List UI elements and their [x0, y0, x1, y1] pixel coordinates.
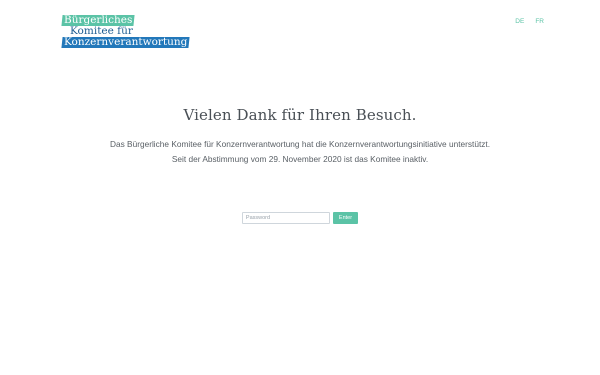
enter-button[interactable]: Enter — [332, 212, 359, 224]
password-input[interactable] — [241, 212, 330, 224]
page-title: Vielen Dank für Ihren Besuch. — [183, 106, 417, 124]
intro-text: Das Bürgerliche Komitee für Konzernveran… — [110, 139, 491, 164]
logo-line-3-text: Konzernverantwortung — [64, 36, 188, 48]
logo-line-3: Konzernverantwortung — [61, 36, 190, 48]
language-link-de[interactable]: DE — [515, 18, 524, 25]
password-form: Enter — [0, 212, 600, 224]
language-switch: DE FR — [515, 18, 544, 25]
language-link-fr[interactable]: FR — [535, 18, 544, 25]
logo[interactable]: Bürgerliches Komitee für Konzernverantwo… — [61, 14, 202, 51]
